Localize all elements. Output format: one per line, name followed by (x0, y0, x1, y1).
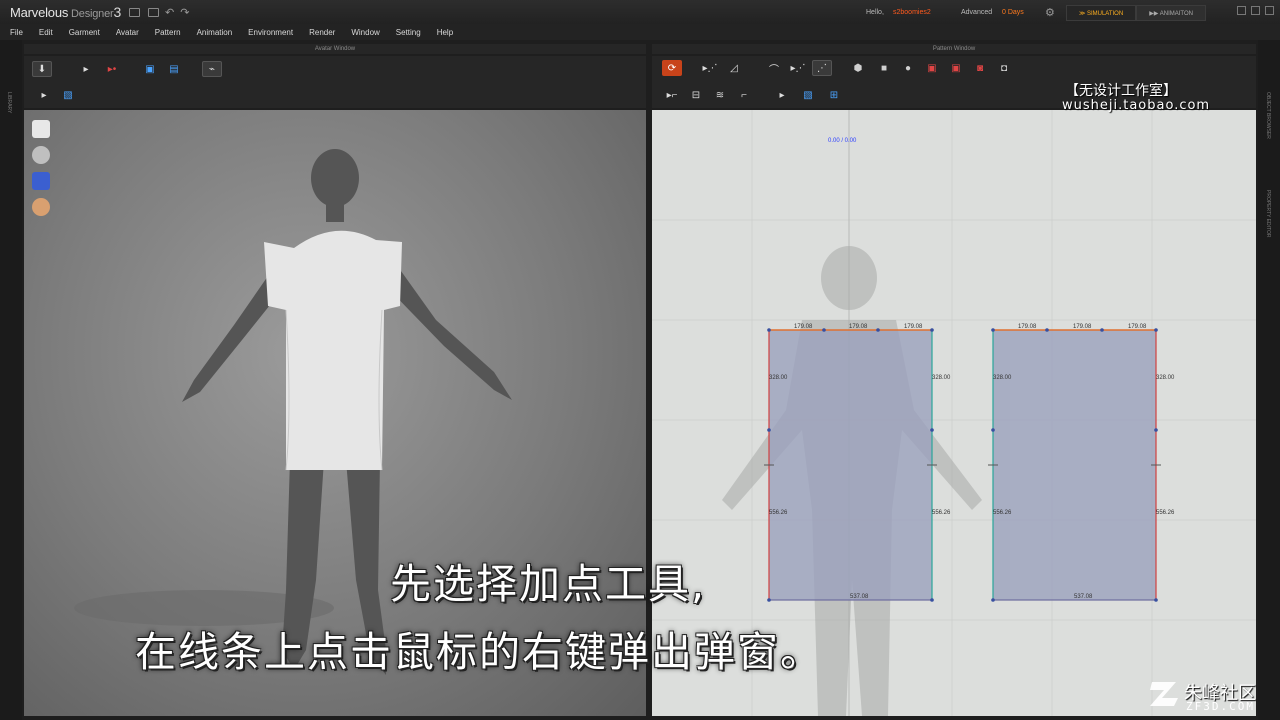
transform-icon[interactable]: ▸ (34, 87, 54, 103)
days-remaining: 0 Days (1002, 9, 1024, 16)
pattern-coordinate: 0.00 / 0.00 (828, 138, 857, 144)
segment-sewing-icon[interactable]: ▸⌐ (662, 87, 682, 103)
app-title: Marvelous Designer3 (10, 4, 121, 20)
avatar-toolbar-1: ⬇ ▸ ▸• ▣ ▤ ⌁ (24, 56, 646, 82)
measure-side: 328.00 (769, 375, 788, 381)
measure-top: 179.08 (1128, 324, 1147, 330)
username[interactable]: s2boomies2 (893, 9, 931, 16)
internal-rectangle-icon[interactable]: ▣ (946, 60, 966, 76)
menu-file[interactable]: File (0, 28, 31, 37)
window-controls (1237, 6, 1274, 15)
menu-pattern[interactable]: Pattern (147, 28, 189, 37)
menu-animation[interactable]: Animation (189, 28, 241, 37)
undo-icon[interactable]: ↶ (165, 6, 174, 19)
menu-setting[interactable]: Setting (388, 28, 429, 37)
measure-side-lower: 556.26 (1156, 510, 1175, 516)
measure-side: 328.00 (1156, 375, 1175, 381)
measure-top: 179.08 (1018, 324, 1037, 330)
minimize-button[interactable] (1237, 6, 1246, 15)
watermark-studio: 【无设计工作室】 (1065, 83, 1177, 99)
close-button[interactable] (1265, 6, 1274, 15)
avatar-toolbar-2: ▸ ▧ (24, 82, 646, 108)
select-pin-icon[interactable]: ▸• (102, 61, 122, 77)
menu-help[interactable]: Help (429, 28, 461, 37)
object-browser-label[interactable]: OBJECT BROWSER (1265, 92, 1271, 139)
arrangement-icon[interactable]: ▤ (164, 61, 184, 77)
gear-icon[interactable]: ⚙ (1045, 6, 1055, 19)
internal-circle-icon[interactable]: ◙ (970, 60, 990, 76)
polygon-icon[interactable]: ⬢ (848, 60, 868, 76)
property-editor-label[interactable]: PROPERTY EDITOR (1265, 190, 1271, 238)
circle-icon[interactable]: ● (898, 60, 918, 76)
menu-window[interactable]: Window (343, 28, 387, 37)
library-strip[interactable]: LIBRARY (0, 40, 22, 720)
measure-top: 179.08 (1073, 324, 1092, 330)
measure-side-lower: 556.26 (993, 510, 1012, 516)
maximize-button[interactable] (1251, 6, 1260, 15)
subtitle-line-1: 先选择加点工具, (390, 560, 707, 608)
watermark-url: wusheji.taobao.com (1062, 98, 1211, 113)
pattern-toolbar-1: ⟳ ▸⋰ ◿ ⌒ ▸⋰ ⋰ ⬢ ■ ● ▣ ▣ ◙ ◘ (652, 56, 1256, 82)
save-icon[interactable] (129, 7, 141, 17)
measure-side-lower: 556.26 (769, 510, 788, 516)
measure-top: 179.08 (794, 324, 813, 330)
tab-animation-label: ANIMAITON (1159, 11, 1193, 17)
hello-label: Hello, (866, 9, 884, 16)
graphic-icon[interactable]: ⊞ (824, 87, 844, 103)
fold-arrange-icon[interactable]: ▣ (140, 61, 160, 77)
measure-side-lower: 556.26 (932, 510, 951, 516)
import-icon[interactable]: ⬇ (32, 61, 52, 77)
edit-curvature-icon[interactable]: ⌒ (764, 60, 784, 76)
dart-icon[interactable]: ◘ (994, 60, 1014, 76)
measure-top: 179.08 (849, 324, 868, 330)
menu-avatar[interactable]: Avatar (108, 28, 147, 37)
add-point-active-icon[interactable]: ⋰ (812, 60, 832, 76)
app-title-version: 3 (113, 4, 122, 20)
menu-environment[interactable]: Environment (240, 28, 301, 37)
rectangle-icon[interactable]: ■ (874, 60, 894, 76)
tab-simulation[interactable]: ≫ SIMULATION (1066, 5, 1137, 21)
measure-top: 179.08 (904, 324, 923, 330)
logo-text-en: ZF3D.COM (1186, 700, 1255, 713)
free-sewing-icon[interactable]: ⊟ (686, 87, 706, 103)
select-move-icon[interactable]: ▸ (76, 61, 96, 77)
measure-bottom: 537.08 (850, 594, 869, 600)
menu-render[interactable]: Render (301, 28, 343, 37)
zf3d-logo-icon (1150, 682, 1178, 706)
tack-sewing-icon[interactable]: ⌐ (734, 87, 754, 103)
tab-animation[interactable]: ▶▶ ANIMAITON (1136, 5, 1206, 21)
internal-polygon-icon[interactable]: ▣ (922, 60, 942, 76)
subtitle-line-2: 在线条上点击鼠标的右键弹出弹窗。 (135, 628, 823, 676)
app-title-main: Marvelous (10, 5, 69, 20)
add-point-icon[interactable]: ▸⋰ (788, 60, 808, 76)
pattern-window-title: Pattern Window (652, 44, 1256, 54)
edit-pattern-icon[interactable]: ▸⋰ (700, 60, 720, 76)
tack-tool-icon[interactable]: ⌁ (202, 61, 222, 77)
edit-point-icon[interactable]: ◿ (724, 60, 744, 76)
menu-garment[interactable]: Garment (61, 28, 108, 37)
tab-simulation-label: SIMULATION (1086, 11, 1124, 17)
refresh-icon[interactable]: ⟳ (662, 60, 682, 76)
avatar-window-title: Avatar Window (24, 44, 646, 54)
redo-icon[interactable]: ↷ (180, 6, 189, 19)
texture-edit-icon[interactable]: ▧ (798, 87, 818, 103)
library-label: LIBRARY (6, 92, 12, 114)
measure-side: 328.00 (993, 375, 1012, 381)
texture-transform-icon[interactable]: ▸ (772, 87, 792, 103)
measure-side: 328.00 (932, 375, 951, 381)
right-dock-strip: OBJECT BROWSER PROPERTY EDITOR (1258, 40, 1280, 720)
menu-edit[interactable]: Edit (31, 28, 61, 37)
app-title-sub: Designer (68, 8, 114, 20)
open-icon[interactable] (148, 7, 160, 17)
advanced-label: Advanced (961, 9, 993, 16)
mode-tabs: ≫ SIMULATION ▶▶ ANIMAITON (1066, 5, 1206, 21)
texture-icon[interactable]: ▧ (58, 87, 78, 103)
edit-sewing-icon[interactable]: ≋ (710, 87, 730, 103)
measure-bottom: 537.08 (1074, 594, 1093, 600)
menu-bar: File Edit Garment Avatar Pattern Animati… (0, 24, 1280, 40)
